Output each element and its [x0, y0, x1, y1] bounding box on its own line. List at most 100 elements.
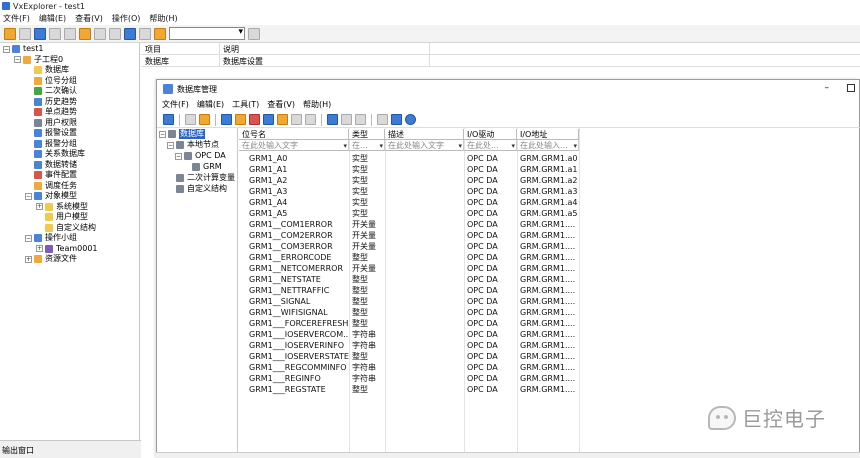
paste-icon[interactable]	[79, 27, 91, 40]
tree-node[interactable]: 数据库	[25, 65, 69, 75]
export-icon[interactable]	[235, 114, 246, 125]
output-window-tab[interactable]: 输出窗口	[0, 440, 156, 458]
table-row[interactable]: GRM1__NETSTATE 整型 OPC DA GRM.GRM1....	[239, 274, 579, 285]
network-icon[interactable]	[124, 27, 136, 40]
column-header[interactable]: I/O驱动	[464, 129, 517, 140]
table-row[interactable]: GRM1___IOSERVERCOM... 字符串 OPC DA GRM.GRM1..…	[239, 329, 579, 340]
import-icon[interactable]	[221, 114, 232, 125]
db-tree-node[interactable]: 自定义结构	[167, 184, 227, 194]
detail-col-desc[interactable]: 说明	[223, 44, 239, 55]
help-icon[interactable]	[405, 114, 416, 125]
monitor-icon[interactable]	[139, 27, 151, 40]
cut-icon[interactable]	[49, 27, 61, 40]
column-header[interactable]: 描述	[385, 129, 464, 140]
db-tree-node[interactable]: − 本地节点	[167, 140, 219, 150]
column-filter-input[interactable]: 在此处... ▾	[464, 140, 517, 151]
table-row[interactable]: GRM1___REGINFO 字符串 OPC DA GRM.GRM1....	[239, 373, 579, 384]
tree-node[interactable]: 事件配置	[25, 170, 77, 180]
tree-expander-icon[interactable]: +	[36, 245, 43, 252]
tree-node[interactable]: − test1	[3, 44, 43, 54]
filter-icon[interactable]	[391, 114, 402, 125]
table-row[interactable]: GRM1___REGSTATE 整型 OPC DA GRM.GRM1....	[239, 384, 579, 395]
minimize-icon[interactable]: –	[825, 83, 830, 93]
table-row[interactable]: GRM1__COM1ERROR 开关量 OPC DA GRM.GRM1....	[239, 219, 579, 230]
db-tree-node[interactable]: − OPC DA	[175, 151, 226, 161]
column-header[interactable]: I/O地址	[517, 129, 579, 140]
column-header[interactable]: 类型	[349, 129, 385, 140]
table-row[interactable]: GRM1_A5 实型 OPC DA GRM.GRM1.a5	[239, 208, 579, 219]
filter-icon[interactable]: ▾	[511, 141, 515, 150]
open-folder-icon[interactable]	[4, 27, 16, 40]
tree-node[interactable]: 用户权限	[25, 118, 77, 128]
table-row[interactable]: GRM1__NETTRAFFIC 整型 OPC DA GRM.GRM1....	[239, 285, 579, 296]
tree-node[interactable]: 位号分组	[25, 76, 77, 86]
detail-col-item[interactable]: 项目	[145, 44, 161, 55]
table-row[interactable]: GRM1_A3 实型 OPC DA GRM.GRM1.a3	[239, 186, 579, 197]
dialog-menu-edit[interactable]: 编辑(E)	[197, 99, 224, 110]
menu-view[interactable]: 查看(V)	[75, 13, 103, 24]
filter-icon[interactable]: ▾	[343, 141, 347, 150]
paste-icon[interactable]	[199, 114, 210, 125]
column-filter-input[interactable]: 在此处输入文字 ▾	[239, 140, 349, 151]
save-icon[interactable]	[163, 114, 174, 125]
tree-node[interactable]: 调度任务	[25, 181, 77, 191]
tree-expander-icon[interactable]: +	[25, 255, 32, 263]
save-icon[interactable]	[34, 27, 46, 40]
table-row[interactable]: GRM1___REGCOMMINFO 字符串 OPC DA GRM.GRM1....	[239, 362, 579, 373]
tree-expander-icon[interactable]: +	[36, 203, 43, 210]
add-tag-icon[interactable]	[263, 114, 274, 125]
table-row[interactable]: GRM1__SIGNAL 整型 OPC DA GRM.GRM1....	[239, 296, 579, 307]
dialog-menu-help[interactable]: 帮助(H)	[303, 99, 331, 110]
table-row[interactable]: GRM1_A0 实型 OPC DA GRM.GRM1.a0	[239, 153, 579, 164]
tree-node[interactable]: + Team0001	[36, 244, 98, 254]
tree-node[interactable]: − 操作小组	[25, 233, 77, 243]
table-row[interactable]: GRM1_A2 实型 OPC DA GRM.GRM1.a2	[239, 175, 579, 186]
detail-row[interactable]: 数据库 数据库设置	[141, 55, 860, 67]
project-combo[interactable]	[169, 27, 245, 40]
db-tree-node[interactable]: 二次计算变量	[167, 173, 235, 183]
tree-node[interactable]: + 资源文件	[25, 254, 77, 264]
add-group-icon[interactable]	[277, 114, 288, 125]
menu-edit[interactable]: 编辑(E)	[39, 13, 66, 24]
copy-icon[interactable]	[64, 27, 76, 40]
batch-icon[interactable]	[291, 114, 302, 125]
dialog-menu-tools[interactable]: 工具(T)	[232, 99, 259, 110]
tree-expander-icon[interactable]: −	[3, 45, 10, 53]
copy-icon[interactable]	[185, 114, 196, 125]
table-row[interactable]: GRM1__ERRORCODE 整型 OPC DA GRM.GRM1....	[239, 252, 579, 263]
tree-node[interactable]: 报警设置	[25, 128, 77, 138]
filter-icon[interactable]: ▾	[458, 141, 462, 150]
table-row[interactable]: GRM1__WIFISIGNAL 整型 OPC DA GRM.GRM1....	[239, 307, 579, 318]
db-tree-node[interactable]: GRM	[183, 162, 222, 172]
tree-expander-icon[interactable]: −	[25, 234, 32, 242]
dialog-menu-file[interactable]: 文件(F)	[162, 99, 189, 110]
menu-help[interactable]: 帮助(H)	[149, 13, 177, 24]
clock-icon[interactable]	[355, 114, 366, 125]
tree-node[interactable]: − 子工程0	[14, 55, 63, 65]
tree-node[interactable]: 报警分组	[25, 139, 77, 149]
table-row[interactable]: GRM1___IOSERVERINFO 字符串 OPC DA GRM.GRM1....	[239, 340, 579, 351]
new-icon[interactable]	[94, 27, 106, 40]
tree-node[interactable]: 数据转储	[25, 160, 77, 170]
db-tree-node[interactable]: − 数据库	[159, 129, 205, 139]
tree-node[interactable]: 关系数据库	[25, 149, 85, 159]
tree-expander-icon[interactable]: −	[159, 130, 166, 138]
table-row[interactable]: GRM1___IOSERVERSTATE 整型 OPC DA GRM.GRM1....	[239, 351, 579, 362]
window-icon[interactable]	[327, 114, 338, 125]
table-row[interactable]: GRM1__COM2ERROR 开关量 OPC DA GRM.GRM1....	[239, 230, 579, 241]
menu-file[interactable]: 文件(F)	[3, 13, 30, 24]
maximize-icon[interactable]	[847, 84, 855, 92]
binoculars-icon[interactable]	[377, 114, 388, 125]
delete-icon[interactable]	[109, 27, 121, 40]
refresh-icon[interactable]	[341, 114, 352, 125]
column-filter-input[interactable]: 在此处输入文字 ▾	[385, 140, 464, 151]
table-row[interactable]: GRM1__NETCOMERROR 开关量 OPC DA GRM.GRM1....	[239, 263, 579, 274]
tree-node[interactable]: 二次确认	[25, 86, 77, 96]
tree-expander-icon[interactable]: −	[175, 152, 182, 160]
table-row[interactable]: GRM1_A1 实型 OPC DA GRM.GRM1.a1	[239, 164, 579, 175]
lock-icon[interactable]	[154, 27, 166, 40]
tree-expander-icon[interactable]: −	[25, 192, 32, 200]
tree-node[interactable]: 自定义结构	[36, 223, 96, 233]
tree-expander-icon[interactable]: −	[14, 56, 21, 63]
tree-node[interactable]: 单点趋势	[25, 107, 77, 117]
